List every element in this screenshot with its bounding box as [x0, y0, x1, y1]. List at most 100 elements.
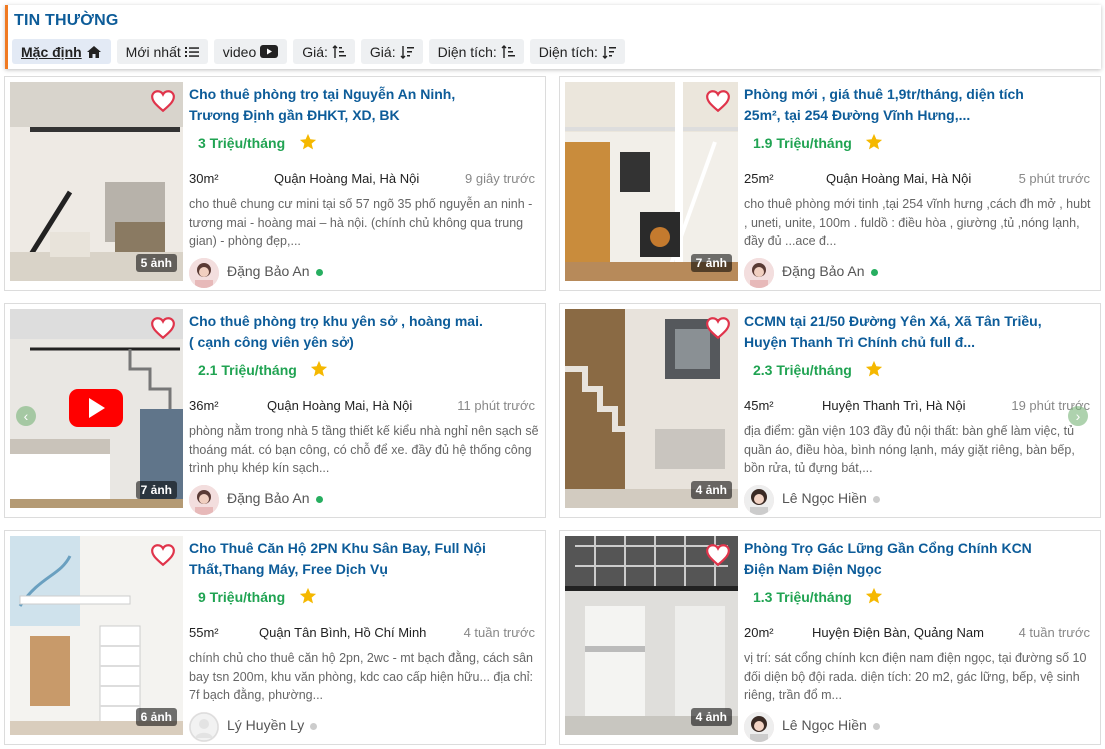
listing-location: Huyện Thanh Trì, Hà Nội [822, 398, 966, 413]
sort-desc-icon [400, 45, 414, 59]
user-name: Đặng Bảo An [227, 490, 310, 506]
listing-user[interactable]: Lê Ngọc Hiền [782, 490, 880, 506]
filter-price-desc-button[interactable]: Giá: [360, 39, 423, 64]
section-title: TIN THƯỜNG [14, 12, 119, 29]
list-icon [184, 46, 199, 57]
avatar[interactable] [744, 258, 774, 288]
listing-area: 25m² [744, 171, 774, 186]
photo-count-badge: 6 ảnh [135, 708, 177, 726]
user-name: Lê Ngọc Hiền [782, 490, 867, 506]
filter-label: Mới nhất [125, 43, 181, 60]
star-icon [865, 587, 883, 604]
sort-desc-icon [602, 45, 616, 59]
listing-description: cho thuê phòng mới tinh ,tại 254 vĩnh hư… [744, 197, 1091, 248]
listing-user[interactable]: Đặng Bảo An [782, 263, 878, 279]
sort-asc-icon [501, 44, 515, 58]
listing-card[interactable]: 4 ảnh Phòng Trọ Gác Lững Gần Cổng Chính … [559, 530, 1101, 745]
photo-count-badge: 7 ảnh [135, 481, 177, 499]
chevron-left-icon: ‹ [23, 408, 29, 424]
filter-default-button[interactable]: Mặc định [12, 39, 111, 64]
listing-location: Huyện Điện Bàn, Quảng Nam [812, 625, 984, 640]
offline-status-dot [872, 495, 880, 503]
listing-description: vị trí: sát cổng chính kcn điện nam điện… [744, 651, 1087, 702]
user-name: Lê Ngọc Hiền [782, 717, 867, 733]
filter-label: Diện tích: [437, 43, 497, 60]
listing-user[interactable]: Lê Ngọc Hiền [782, 717, 880, 733]
heart-icon[interactable] [705, 543, 731, 567]
star-icon [865, 133, 883, 150]
heart-icon[interactable] [705, 89, 731, 113]
avatar[interactable] [189, 258, 219, 288]
offline-status-dot [872, 722, 880, 730]
listing-time: 4 tuần trước [463, 625, 535, 640]
filter-label: Diện tích: [538, 43, 598, 60]
home-icon [86, 45, 101, 58]
online-status-dot [315, 495, 323, 503]
listing-price: 1.3 Triệu/tháng [753, 589, 852, 605]
listing-price: 2.3 Triệu/tháng [753, 362, 852, 378]
listing-location: Quận Hoàng Mai, Hà Nội [274, 171, 420, 186]
listing-card[interactable]: 7 ảnh ‹ Cho thuê phòng trọ khu yên sở , … [4, 303, 546, 518]
filter-area-asc-button[interactable]: Diện tích: [428, 39, 524, 64]
online-status-dot [315, 268, 323, 276]
listing-area: 36m² [189, 398, 219, 413]
star-icon [299, 133, 317, 150]
listing-area: 55m² [189, 625, 219, 640]
photo-count-badge: 4 ảnh [690, 481, 732, 499]
listing-description: phòng nằm trong nhà 5 tầng thiết kế kiểu… [189, 424, 539, 475]
listing-area: 30m² [189, 171, 219, 186]
online-status-dot [870, 268, 878, 276]
listing-time: 11 phút trước [457, 398, 535, 413]
listing-title[interactable]: Cho thuê phòng trọ tại Nguyễn An Ninh, T… [189, 84, 489, 126]
avatar[interactable] [189, 485, 219, 515]
listing-user[interactable]: Lý Huyền Ly [227, 717, 318, 733]
listing-card[interactable]: 5 ảnh Cho thuê phòng trọ tại Nguyễn An N… [4, 76, 546, 291]
listing-title[interactable]: Cho Thuê Căn Hộ 2PN Khu Sân Bay, Full Nộ… [189, 538, 489, 580]
listing-user[interactable]: Đặng Bảo An [227, 263, 323, 279]
listing-description: chính chủ cho thuê căn hộ 2pn, 2wc - mt … [189, 651, 534, 702]
filter-area-desc-button[interactable]: Diện tích: [529, 39, 625, 64]
listing-price: 2.1 Triệu/tháng [198, 362, 297, 378]
carousel-next-button[interactable]: › [1068, 406, 1088, 426]
filter-label: video [222, 43, 257, 60]
offline-status-dot [310, 722, 318, 730]
carousel-prev-button[interactable]: ‹ [16, 406, 36, 426]
avatar[interactable] [744, 712, 774, 742]
listing-price: 9 Triệu/tháng [198, 589, 286, 605]
listing-area: 45m² [744, 398, 774, 413]
avatar[interactable] [744, 485, 774, 515]
heart-icon[interactable] [705, 316, 731, 340]
user-name: Đặng Bảo An [782, 263, 865, 279]
listing-title[interactable]: Phòng Trọ Gác Lững Gần Cổng Chính KCN Đi… [744, 538, 1044, 580]
user-name: Đặng Bảo An [227, 263, 310, 279]
avatar[interactable] [189, 712, 219, 742]
listing-price: 3 Triệu/tháng [198, 135, 286, 151]
listing-title[interactable]: Cho thuê phòng trọ khu yên sở , hoàng ma… [189, 311, 489, 353]
star-icon [310, 360, 328, 377]
listing-user[interactable]: Đặng Bảo An [227, 490, 323, 506]
heart-icon[interactable] [150, 89, 176, 113]
star-icon [865, 360, 883, 377]
section-header: TIN THƯỜNG Mặc định Mới nhất video Giá: … [5, 5, 1101, 69]
listing-card[interactable]: 7 ảnh Phòng mới , giá thuê 1,9tr/tháng, … [559, 76, 1101, 291]
photo-count-badge: 7 ảnh [690, 254, 732, 272]
user-name: Lý Huyền Ly [227, 717, 305, 733]
listing-card[interactable]: 6 ảnh Cho Thuê Căn Hộ 2PN Khu Sân Bay, F… [4, 530, 546, 745]
listing-card[interactable]: 4 ảnh CCMN tại 21/50 Đường Yên Xá, Xã Tâ… [559, 303, 1101, 518]
star-icon [299, 587, 317, 604]
listing-price: 1.9 Triệu/tháng [753, 135, 852, 151]
heart-icon[interactable] [150, 543, 176, 567]
filter-newest-button[interactable]: Mới nhất [116, 39, 208, 64]
filter-price-asc-button[interactable]: Giá: [293, 39, 355, 64]
filter-video-button[interactable]: video [213, 39, 288, 64]
photo-count-badge: 4 ảnh [690, 708, 732, 726]
heart-icon[interactable] [150, 316, 176, 340]
listing-description: địa điểm: gần viện 103 đầy đủ nội thất: … [744, 424, 1075, 475]
filter-label: Giá: [302, 43, 328, 60]
listing-location: Quận Hoàng Mai, Hà Nội [267, 398, 413, 413]
listing-title[interactable]: CCMN tại 21/50 Đường Yên Xá, Xã Tân Triề… [744, 311, 1044, 353]
listing-description: cho thuê chung cư mini tại số 57 ngõ 35 … [189, 197, 533, 248]
listing-location: Quận Hoàng Mai, Hà Nội [826, 171, 972, 186]
chevron-right-icon: › [1075, 408, 1081, 424]
listing-title[interactable]: Phòng mới , giá thuê 1,9tr/tháng, diện t… [744, 84, 1044, 126]
